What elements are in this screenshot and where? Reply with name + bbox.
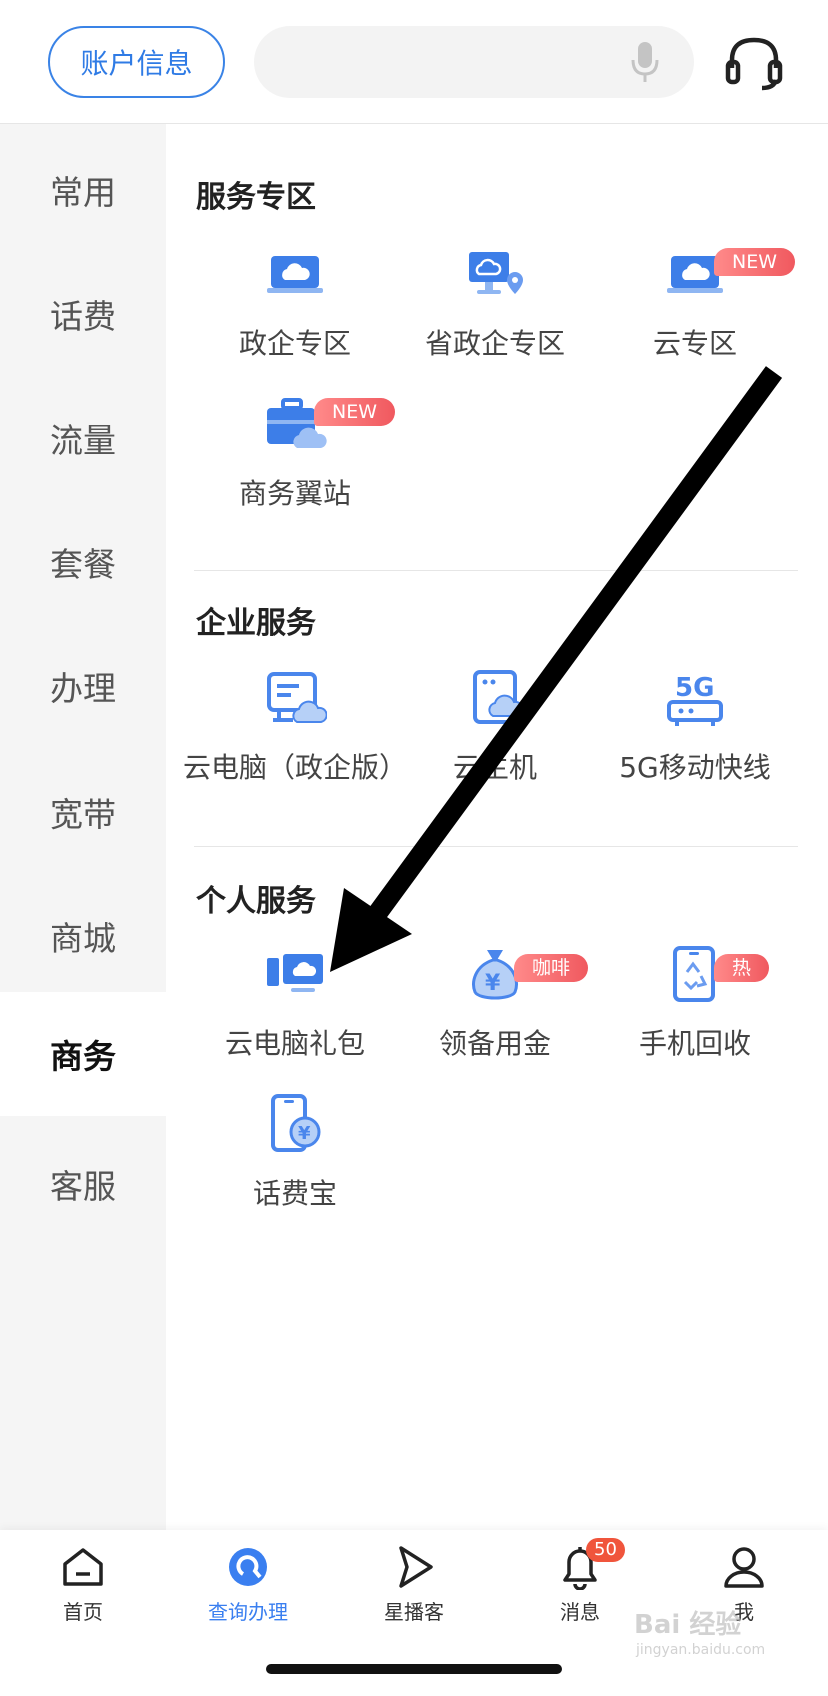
message-count-badge: 50 bbox=[586, 1538, 625, 1562]
tile-label: 政企专区 bbox=[238, 327, 351, 360]
cloud-computer-icon bbox=[267, 672, 327, 723]
user-icon bbox=[724, 1547, 764, 1588]
play-icon bbox=[399, 1546, 433, 1588]
service-tile-cloud-pc-package[interactable]: 云电脑礼包 bbox=[195, 924, 395, 1064]
svg-text:5G: 5G bbox=[675, 673, 714, 703]
sidebar-item-banli[interactable]: 办理 bbox=[0, 624, 166, 748]
service-tile-cloud-pc-gov[interactable]: 云电脑（政企版） bbox=[183, 648, 407, 788]
new-badge: NEW bbox=[314, 398, 396, 426]
service-tile-province[interactable]: 省政企专区 bbox=[395, 224, 595, 364]
new-badge: NEW bbox=[714, 248, 796, 276]
coffee-badge: 咖啡 bbox=[514, 954, 589, 982]
top-bar: 账户信息 bbox=[0, 0, 828, 124]
tile-label: 商务翼站 bbox=[238, 477, 351, 510]
tile-label: 领备用金 bbox=[438, 1027, 551, 1060]
5g-router-icon: 5G bbox=[667, 673, 723, 726]
desktop-cloud-icon bbox=[267, 954, 323, 992]
svg-text:¥: ¥ bbox=[485, 971, 501, 996]
tab-label: 查询办理 bbox=[208, 1600, 288, 1624]
sidebar-item-liuliang[interactable]: 流量 bbox=[0, 376, 166, 500]
tab-label: 首页 bbox=[63, 1600, 103, 1624]
watermark: Bai 经验 bbox=[634, 1610, 742, 1640]
account-info-button[interactable]: 账户信息 bbox=[48, 26, 225, 98]
sidebar-item-shangwu[interactable]: 商务 bbox=[0, 992, 166, 1116]
mic-icon[interactable] bbox=[630, 40, 660, 84]
service-tile-cloud-host[interactable]: 云主机 bbox=[395, 648, 595, 788]
tab-label: 星播客 bbox=[384, 1600, 444, 1624]
watermark-url: jingyan.baidu.com bbox=[636, 1642, 766, 1658]
sidebar-item-kefu[interactable]: 客服 bbox=[0, 1122, 166, 1246]
home-indicator[interactable] bbox=[266, 1664, 562, 1674]
category-sidebar: 常用 话费 流量 套餐 办理 宽带 商城 商务 客服 bbox=[0, 124, 166, 1530]
laptop-cloud-icon bbox=[267, 256, 323, 293]
monitor-location-icon bbox=[469, 252, 523, 294]
search-input[interactable] bbox=[254, 26, 694, 98]
headset-icon[interactable] bbox=[724, 34, 784, 92]
tab-home[interactable]: 首页 bbox=[23, 1544, 143, 1634]
tab-label: 消息 bbox=[560, 1600, 600, 1624]
tile-label: 云电脑（政企版） bbox=[183, 751, 408, 784]
tile-label: 省政企专区 bbox=[424, 327, 565, 360]
query-icon bbox=[229, 1548, 267, 1586]
hot-badge: 热 bbox=[714, 954, 770, 982]
sidebar-item-shangcheng[interactable]: 商城 bbox=[0, 874, 166, 998]
service-tile-5g-line[interactable]: 5G 5G移动快线 bbox=[595, 648, 795, 788]
sidebar-item-kuandai[interactable]: 宽带 bbox=[0, 750, 166, 874]
cloud-host-icon bbox=[473, 670, 524, 724]
tab-star-podcast[interactable]: 星播客 bbox=[354, 1544, 474, 1634]
tile-label: 云专区 bbox=[652, 327, 737, 360]
home-icon bbox=[63, 1548, 103, 1586]
tile-label: 话费宝 bbox=[252, 1177, 337, 1210]
section-divider bbox=[194, 570, 798, 571]
tile-label: 云电脑礼包 bbox=[224, 1027, 365, 1060]
tab-query[interactable]: 查询办理 bbox=[188, 1544, 308, 1634]
sidebar-item-changyong[interactable]: 常用 bbox=[0, 128, 166, 252]
service-tile-zhengqi[interactable]: 政企专区 bbox=[195, 224, 395, 364]
service-tile-business-station[interactable]: 商务翼站 bbox=[195, 374, 395, 514]
section-divider bbox=[194, 846, 798, 847]
svg-text:¥: ¥ bbox=[298, 1123, 311, 1144]
service-tile-phone-fee-treasure[interactable]: ¥ 话费宝 bbox=[195, 1074, 395, 1214]
phone-coin-icon: ¥ bbox=[271, 1094, 321, 1152]
service-tile-cloud-zone[interactable]: 云专区 bbox=[595, 224, 795, 364]
section-title: 企业服务 bbox=[196, 606, 316, 641]
tile-label: 5G移动快线 bbox=[619, 751, 771, 784]
sidebar-item-huafei[interactable]: 话费 bbox=[0, 252, 166, 376]
service-tile-reserve-fund[interactable]: ¥ 领备用金 bbox=[395, 924, 595, 1064]
section-title: 服务专区 bbox=[196, 180, 316, 215]
tile-label: 云主机 bbox=[452, 751, 537, 784]
tab-messages[interactable]: 50 消息 bbox=[520, 1538, 640, 1634]
sidebar-item-taocan[interactable]: 套餐 bbox=[0, 500, 166, 624]
service-tile-phone-recycle[interactable]: 手机回收 bbox=[595, 924, 795, 1064]
tile-label: 手机回收 bbox=[638, 1027, 751, 1060]
section-title: 个人服务 bbox=[196, 884, 316, 919]
